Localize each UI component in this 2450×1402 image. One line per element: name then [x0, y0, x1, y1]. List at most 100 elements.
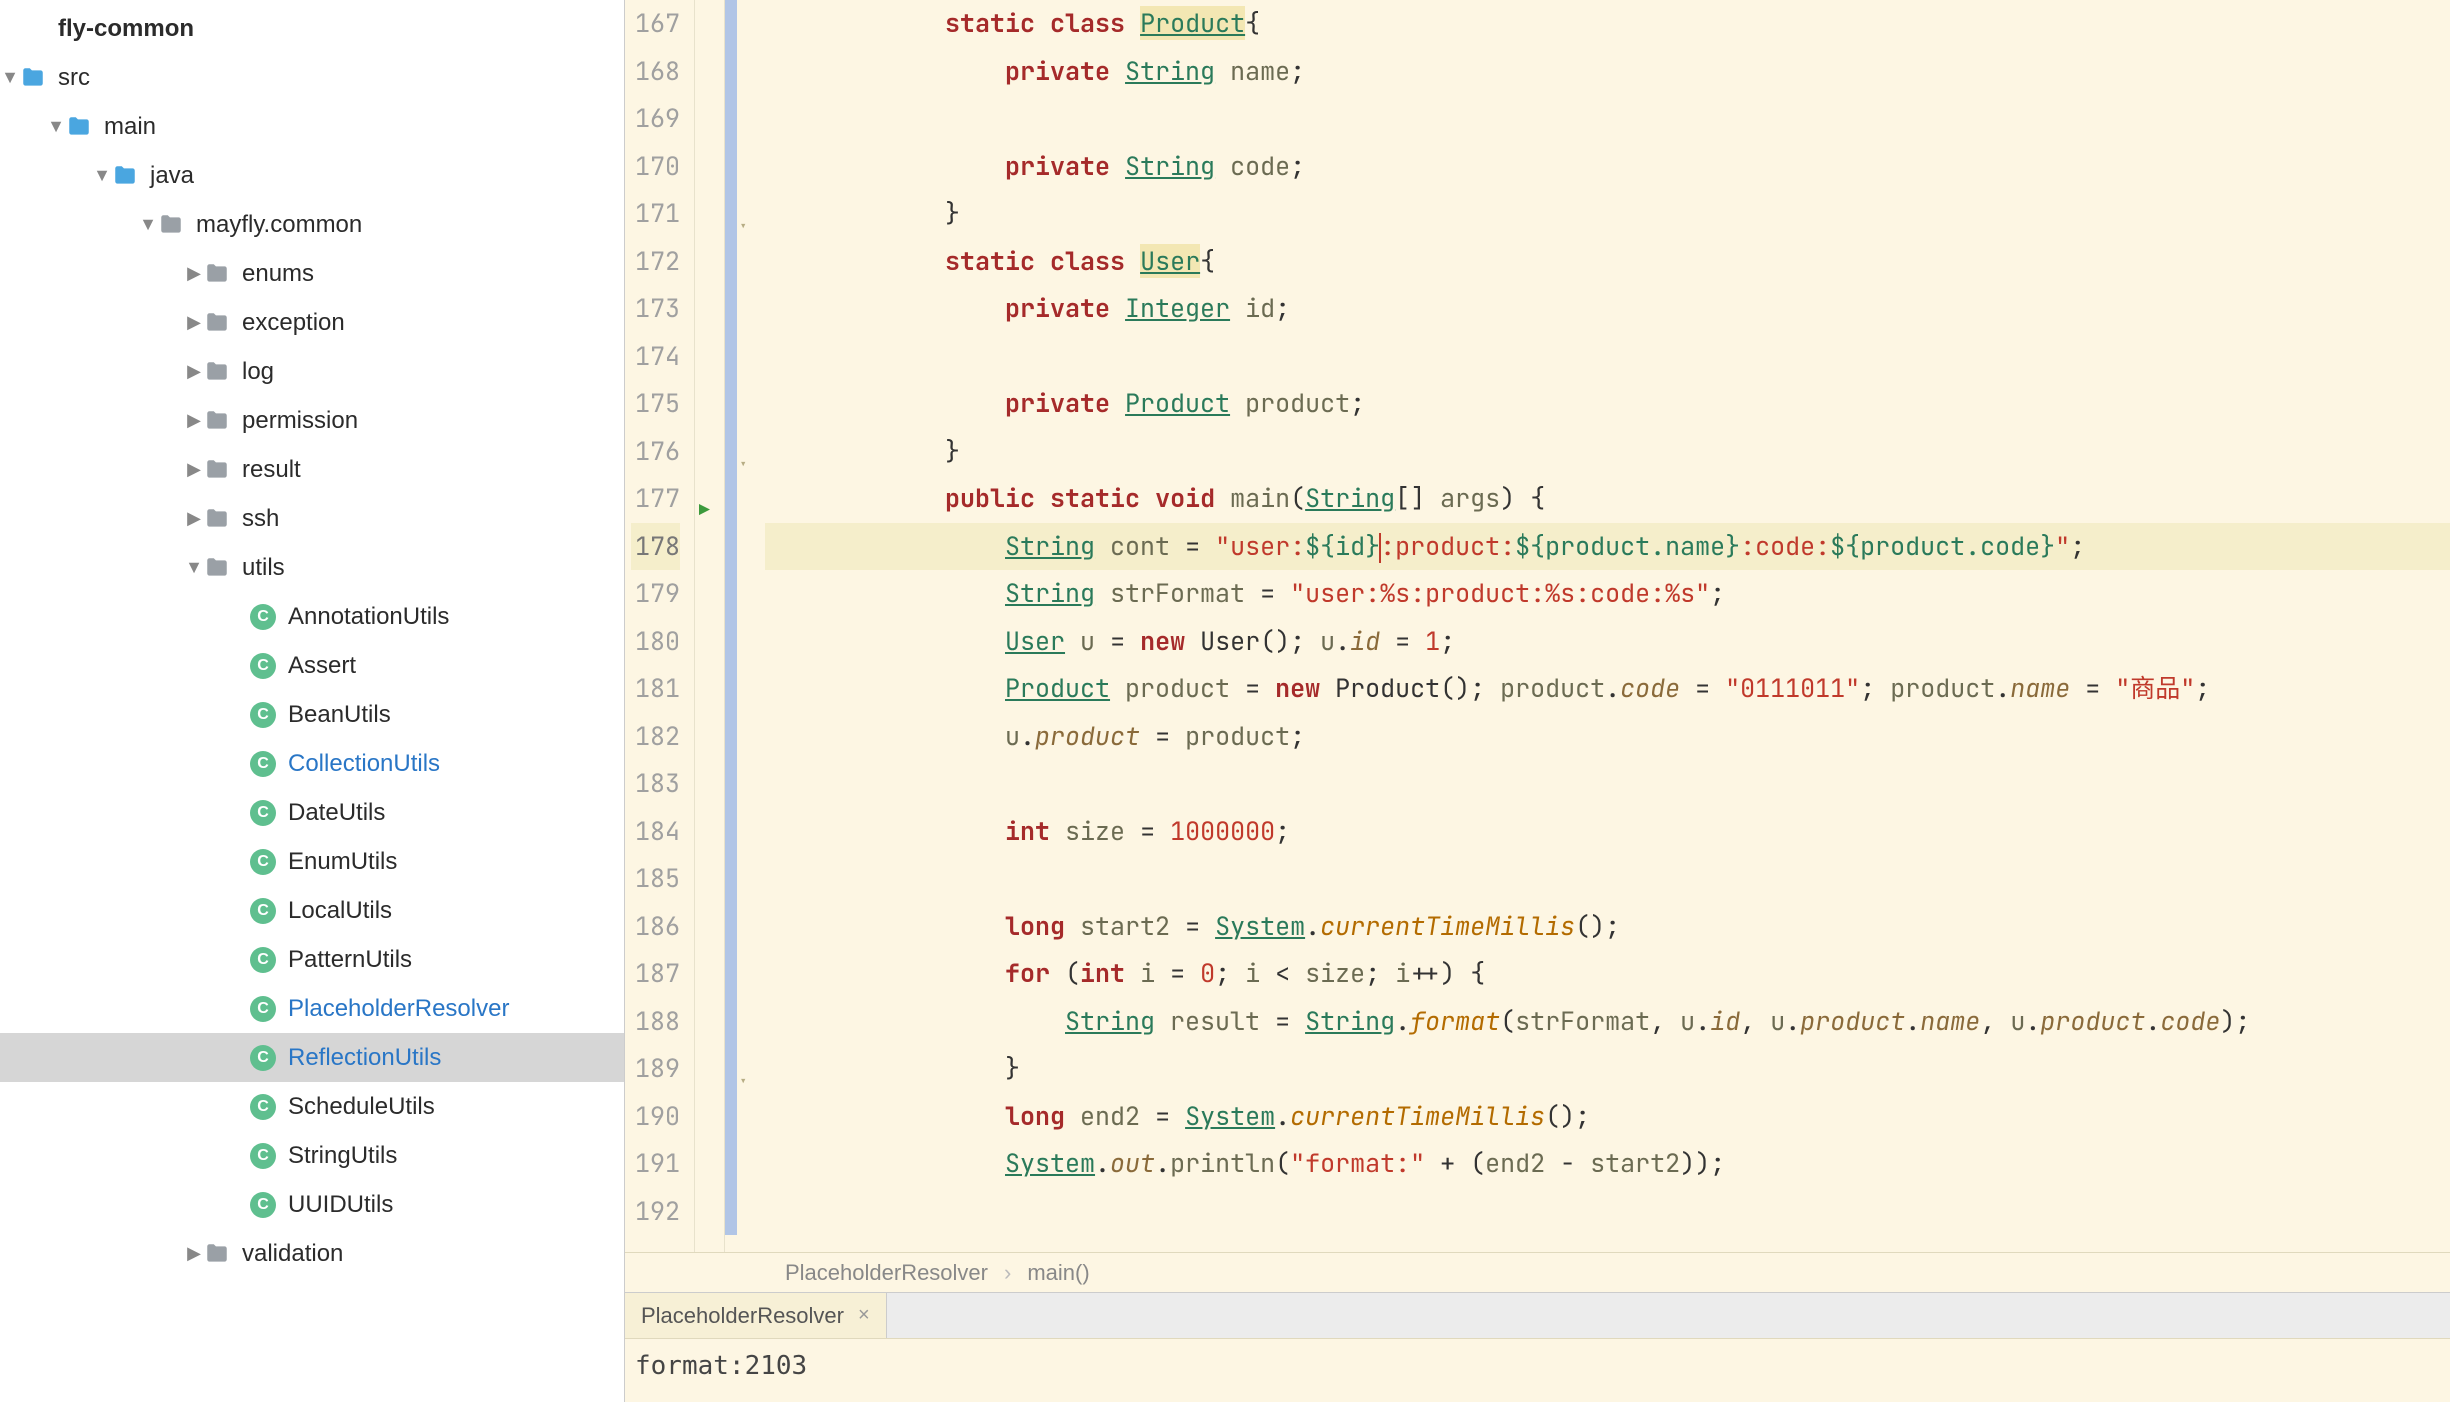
code-line[interactable]: private Integer id; — [765, 285, 2450, 333]
chevron-down-icon[interactable]: ▼ — [92, 165, 112, 186]
tree-item-localutils[interactable]: ▶CLocalUtils — [0, 886, 624, 935]
chevron-right-icon[interactable]: ▶ — [184, 508, 204, 529]
fold-icon[interactable]: ▾ — [739, 442, 747, 490]
tree-item-result[interactable]: ▶result — [0, 445, 624, 494]
chevron-right-icon[interactable]: ▶ — [184, 1243, 204, 1264]
tree-item-assert[interactable]: ▶CAssert — [0, 641, 624, 690]
line-number[interactable]: 179 — [631, 570, 680, 618]
tree-item-stringutils[interactable]: ▶CStringUtils — [0, 1131, 624, 1180]
line-number[interactable]: 180 — [631, 618, 680, 666]
chevron-right-icon[interactable]: ▶ — [184, 361, 204, 382]
fold-gutter[interactable]: ▾ ▾ ▾ — [737, 0, 755, 1252]
line-number[interactable]: 189 — [631, 1045, 680, 1093]
line-number[interactable]: 181 — [631, 665, 680, 713]
close-icon[interactable]: × — [858, 1304, 870, 1327]
chevron-right-icon[interactable]: ▶ — [184, 263, 204, 284]
code-line[interactable]: System.out.println("format:" + (end2 - s… — [765, 1140, 2450, 1188]
code-line[interactable] — [765, 95, 2450, 143]
tree-item-scheduleutils[interactable]: ▶CScheduleUtils — [0, 1082, 624, 1131]
line-number[interactable]: 172 — [631, 238, 680, 286]
code-line[interactable]: Product product = new Product(); product… — [765, 665, 2450, 713]
chevron-right-icon[interactable]: ▶ — [184, 312, 204, 333]
line-number[interactable]: 177 — [631, 475, 680, 523]
chevron-down-icon[interactable]: ▼ — [0, 67, 20, 88]
breadcrumb-method[interactable]: main() — [1027, 1260, 1089, 1286]
line-number[interactable]: 168 — [631, 48, 680, 96]
line-number[interactable]: 191 — [631, 1140, 680, 1188]
line-number[interactable]: 171 — [631, 190, 680, 238]
line-number[interactable]: 169 — [631, 95, 680, 143]
code-body[interactable]: static class Product{ private String nam… — [755, 0, 2450, 1252]
code-line[interactable]: } — [765, 190, 2450, 238]
code-line[interactable]: private String code; — [765, 143, 2450, 191]
line-number[interactable]: 192 — [631, 1188, 680, 1236]
code-line[interactable] — [765, 760, 2450, 808]
code-line[interactable]: String strFormat = "user:%s:product:%s:c… — [765, 570, 2450, 618]
code-line[interactable]: User u = new User(); u.id = 1; — [765, 618, 2450, 666]
tree-item-reflectionutils[interactable]: ▶CReflectionUtils — [0, 1033, 624, 1082]
tree-item-java[interactable]: ▼java — [0, 151, 624, 200]
fold-icon[interactable]: ▾ — [739, 204, 747, 252]
line-number[interactable]: 167 — [631, 0, 680, 48]
tree-item-annotationutils[interactable]: ▶CAnnotationUtils — [0, 592, 624, 641]
console-output[interactable]: format:2103 — [625, 1338, 2450, 1402]
project-tree[interactable]: ▶fly-common▼src▼main▼java▼mayfly.common▶… — [0, 0, 624, 1402]
code-line[interactable]: static class User{ — [765, 238, 2450, 286]
line-number[interactable]: 170 — [631, 143, 680, 191]
chevron-down-icon[interactable]: ▼ — [46, 116, 66, 137]
line-number[interactable]: 182 — [631, 713, 680, 761]
code-line[interactable] — [765, 855, 2450, 903]
tree-item-dateutils[interactable]: ▶CDateUtils — [0, 788, 624, 837]
tree-item-enums[interactable]: ▶enums — [0, 249, 624, 298]
chevron-right-icon[interactable]: ▶ — [184, 410, 204, 431]
tree-item-enumutils[interactable]: ▶CEnumUtils — [0, 837, 624, 886]
chevron-down-icon[interactable]: ▼ — [138, 214, 158, 235]
code-line[interactable] — [765, 333, 2450, 381]
tree-item-src[interactable]: ▼src — [0, 53, 624, 102]
line-number[interactable]: 184 — [631, 808, 680, 856]
code-line[interactable]: int size = 1000000; — [765, 808, 2450, 856]
tree-item-collectionutils[interactable]: ▶CCollectionUtils — [0, 739, 624, 788]
run-icon[interactable]: ▶ — [699, 487, 710, 535]
tree-item-fly-common[interactable]: ▶fly-common — [0, 4, 624, 53]
breadcrumb-class[interactable]: PlaceholderResolver — [785, 1260, 988, 1286]
code-line[interactable]: static class Product{ — [765, 0, 2450, 48]
fold-icon[interactable]: ▾ — [739, 1059, 747, 1107]
line-number[interactable]: 190 — [631, 1093, 680, 1141]
tree-item-permission[interactable]: ▶permission — [0, 396, 624, 445]
tree-item-validation[interactable]: ▶validation — [0, 1229, 624, 1278]
code-line[interactable]: u.product = product; — [765, 713, 2450, 761]
code-line[interactable]: for (int i = 0; i < size; i++) { — [765, 950, 2450, 998]
code-line[interactable]: long end2 = System.currentTimeMillis(); — [765, 1093, 2450, 1141]
chevron-right-icon[interactable]: ▶ — [184, 459, 204, 480]
code-editor[interactable]: 1671681691701711721731741751761771781791… — [625, 0, 2450, 1252]
code-line[interactable]: long start2 = System.currentTimeMillis()… — [765, 903, 2450, 951]
code-line[interactable]: } — [765, 1045, 2450, 1093]
chevron-down-icon[interactable]: ▼ — [184, 557, 204, 578]
line-number[interactable]: 174 — [631, 333, 680, 381]
tree-item-exception[interactable]: ▶exception — [0, 298, 624, 347]
line-number[interactable]: 183 — [631, 760, 680, 808]
code-line[interactable]: public static void main(String[] args) { — [765, 475, 2450, 523]
line-number[interactable]: 188 — [631, 998, 680, 1046]
breadcrumb[interactable]: PlaceholderResolver › main() — [625, 1252, 2450, 1292]
editor-tab[interactable]: PlaceholderResolver × — [625, 1293, 887, 1338]
line-number[interactable]: 173 — [631, 285, 680, 333]
tree-item-main[interactable]: ▼main — [0, 102, 624, 151]
tree-item-uuidutils[interactable]: ▶CUUIDUtils — [0, 1180, 624, 1229]
code-line[interactable]: private Product product; — [765, 380, 2450, 428]
line-number[interactable]: 176 — [631, 428, 680, 476]
line-number[interactable]: 175 — [631, 380, 680, 428]
tree-item-ssh[interactable]: ▶ssh — [0, 494, 624, 543]
tree-item-log[interactable]: ▶log — [0, 347, 624, 396]
code-line[interactable]: } — [765, 428, 2450, 476]
tree-item-placeholderresolver[interactable]: ▶CPlaceholderResolver — [0, 984, 624, 1033]
tree-item-beanutils[interactable]: ▶CBeanUtils — [0, 690, 624, 739]
code-line[interactable]: private String name; — [765, 48, 2450, 96]
tree-item-patternutils[interactable]: ▶CPatternUtils — [0, 935, 624, 984]
tree-item-utils[interactable]: ▼utils — [0, 543, 624, 592]
line-number[interactable]: 186 — [631, 903, 680, 951]
code-line[interactable] — [765, 1188, 2450, 1236]
line-number[interactable]: 185 — [631, 855, 680, 903]
code-line[interactable]: String cont = "user:${id}:product:${prod… — [765, 523, 2450, 571]
